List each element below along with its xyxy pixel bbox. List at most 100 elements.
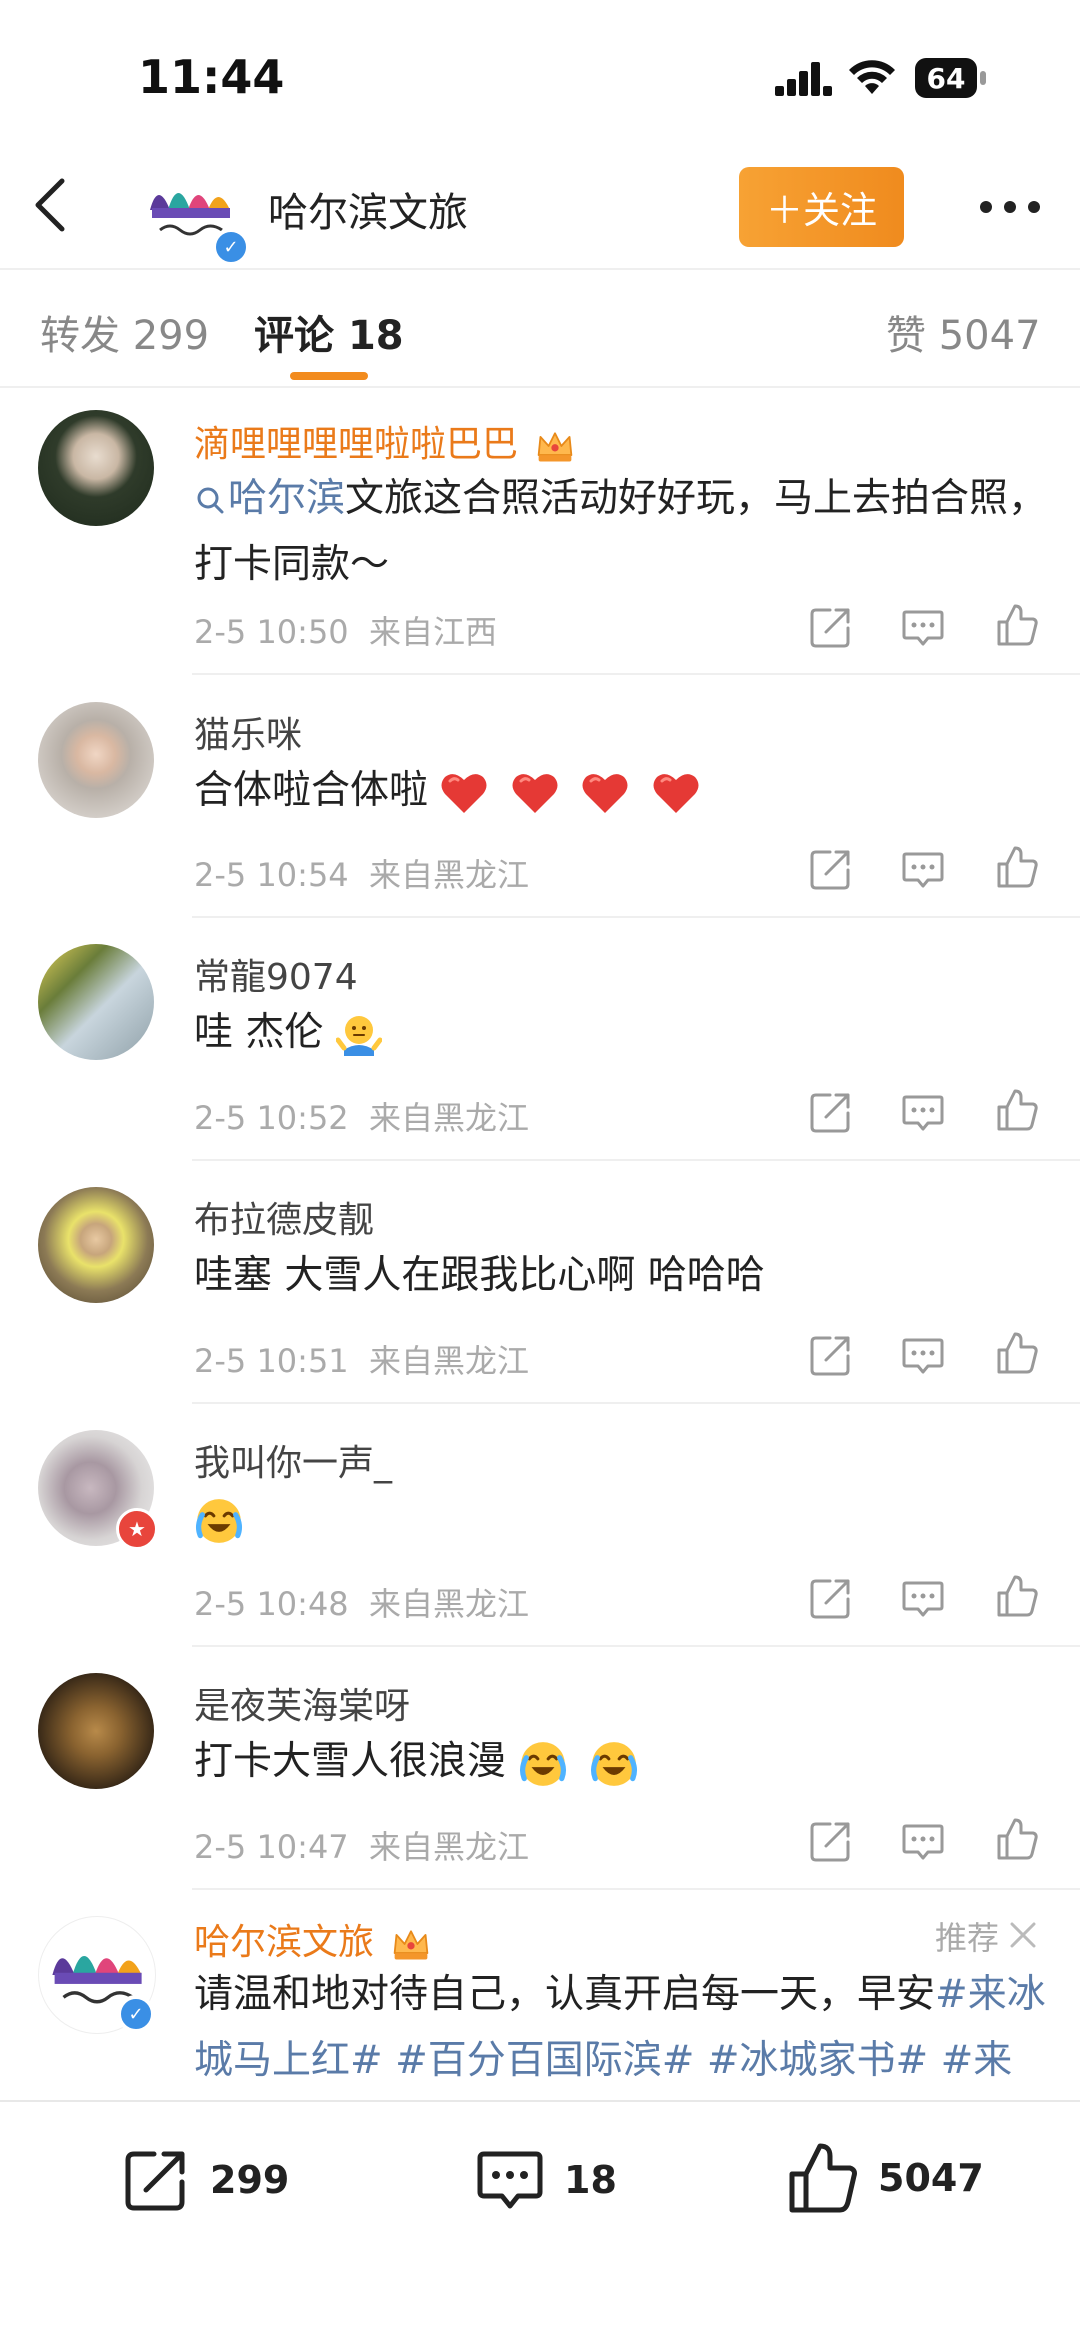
share-icon <box>125 2151 185 2211</box>
comment-location: 来自黑龙江 <box>369 1828 530 1866</box>
commenter-avatar[interactable] <box>38 702 154 818</box>
commenter-avatar[interactable] <box>38 1187 154 1303</box>
repost-button[interactable]: 299 <box>120 2140 289 2220</box>
commenter-avatar[interactable]: ✓ <box>38 1916 156 2034</box>
member-badge-icon: ★ <box>116 1508 158 1550</box>
tab-likes-count: 5047 <box>938 313 1041 359</box>
comment-meta: 2-5 10:47 来自黑龙江 <box>194 1822 529 1868</box>
tab-repost[interactable]: 转发 299 <box>40 303 209 361</box>
crown-badge-icon <box>391 1925 431 1963</box>
commenter-name[interactable]: 猫乐咪 <box>194 706 302 758</box>
comment-link[interactable]: 哈尔滨 <box>228 476 345 521</box>
like-icon[interactable] <box>993 602 1039 648</box>
back-icon[interactable] <box>28 175 72 235</box>
comment-text: 请温和地对待自己，认真开启每一天，早安#来冰城马上红# #百分百国际滨# #冰城… <box>194 1962 1074 2094</box>
comment-time: 2-5 10:47 <box>194 1828 349 1866</box>
recommend-label: 推荐 <box>935 1919 1000 1957</box>
close-icon[interactable] <box>1008 1920 1038 1950</box>
divider <box>192 1402 1080 1404</box>
like-icon[interactable] <box>993 1087 1039 1133</box>
comment-icon[interactable] <box>900 1818 946 1864</box>
comment-icon[interactable] <box>900 846 946 892</box>
comment-time: 2-5 10:48 <box>194 1585 349 1623</box>
comment-button[interactable]: 18 <box>474 2140 617 2220</box>
more-icon[interactable] <box>978 197 1042 217</box>
share-icon[interactable] <box>808 1818 854 1864</box>
comment-location: 来自黑龙江 <box>369 1342 530 1380</box>
cellular-signal-icon <box>775 62 832 96</box>
like-icon[interactable] <box>993 1573 1039 1619</box>
divider <box>0 268 1080 270</box>
comment-body: 哇 杰伦 <box>194 1010 324 1055</box>
comment-meta: 2-5 10:52 来自黑龙江 <box>194 1093 529 1139</box>
comment-icon[interactable] <box>900 604 946 650</box>
header-title[interactable]: 哈尔滨文旅 <box>268 180 468 238</box>
header-avatar[interactable]: ✓ <box>138 158 250 266</box>
commenter-avatar[interactable] <box>38 944 154 1060</box>
divider <box>0 386 1080 388</box>
divider <box>192 673 1080 675</box>
status-time: 11:44 <box>138 50 285 104</box>
repost-count: 299 <box>210 2158 290 2202</box>
commenter-name[interactable]: 滴哩哩哩哩啦啦巴巴 <box>194 415 575 467</box>
laugh-cry-emoji <box>518 1739 568 1789</box>
battery-level: 64 <box>915 58 977 98</box>
commenter-name[interactable]: 哈尔滨文旅 <box>194 1913 431 1965</box>
comment-location: 来自江西 <box>369 613 498 651</box>
comment-icon[interactable] <box>900 1575 946 1621</box>
divider <box>192 1645 1080 1647</box>
comment-text <box>194 1486 1074 1552</box>
divider <box>192 916 1080 918</box>
laugh-cry-emoji <box>194 1496 244 1546</box>
divider <box>192 1888 1080 1890</box>
tab-comments-count: 18 <box>347 313 404 359</box>
tab-comments[interactable]: 评论 18 <box>254 303 404 361</box>
commenter-name[interactable]: 常龍9074 <box>194 948 358 1000</box>
share-icon[interactable] <box>808 1575 854 1621</box>
comment-icon <box>477 2151 543 2209</box>
tab-repost-count: 299 <box>132 313 210 359</box>
comment-location: 来自黑龙江 <box>369 856 530 894</box>
share-icon[interactable] <box>808 604 854 650</box>
like-icon[interactable] <box>993 1330 1039 1376</box>
comment-meta: 2-5 10:50 来自江西 <box>194 607 497 653</box>
search-icon <box>197 487 224 513</box>
divider <box>192 1159 1080 1161</box>
heart-emoji <box>581 771 629 815</box>
shrug-emoji <box>335 1015 382 1056</box>
comment-body: 请温和地对待自己，认真开启每一天，早安 <box>194 1972 936 2017</box>
share-icon[interactable] <box>808 846 854 892</box>
laugh-cry-emoji <box>589 1739 639 1789</box>
comment-text: 哈尔滨文旅这合照活动好好玩，马上去拍合照，打卡同款～ <box>194 466 1074 598</box>
heart-emoji <box>652 771 700 815</box>
comment-time: 2-5 10:51 <box>194 1342 349 1380</box>
follow-button[interactable]: ＋关注 <box>739 167 904 247</box>
commenter-name[interactable]: 布拉德皮靓 <box>194 1191 374 1243</box>
tab-repost-label: 转发 <box>40 313 120 359</box>
like-icon[interactable] <box>993 844 1039 890</box>
crown-badge-icon <box>535 427 575 465</box>
tab-likes[interactable]: 赞 5047 <box>886 303 1041 361</box>
share-icon[interactable] <box>808 1332 854 1378</box>
comment-text: 打卡大雪人很浪漫 <box>194 1729 1074 1795</box>
like-button[interactable]: 5047 <box>784 2136 984 2220</box>
tab-comments-label: 评论 <box>254 313 334 359</box>
heart-emoji <box>511 771 559 815</box>
comment-text: 合体啦合体啦 <box>194 758 1074 824</box>
commenter-name-text: 滴哩哩哩哩啦啦巴巴 <box>194 424 519 465</box>
comment-time: 2-5 10:50 <box>194 613 349 651</box>
comment-meta: 2-5 10:51 来自黑龙江 <box>194 1336 529 1382</box>
like-icon[interactable] <box>993 1816 1039 1862</box>
commenter-name[interactable]: 是夜芙海棠呀 <box>194 1677 410 1729</box>
comment-icon[interactable] <box>900 1332 946 1378</box>
active-tab-indicator <box>290 372 368 380</box>
comment-time: 2-5 10:52 <box>194 1099 349 1137</box>
commenter-avatar[interactable] <box>38 1673 154 1789</box>
share-icon[interactable] <box>808 1089 854 1135</box>
comment-icon[interactable] <box>900 1089 946 1135</box>
verified-icon: ✓ <box>212 228 250 266</box>
commenter-name[interactable]: 我叫你一声_ <box>194 1434 392 1486</box>
comment-text: 哇塞 大雪人在跟我比心啊 哈哈哈 <box>194 1253 765 1298</box>
heart-emoji <box>440 771 488 815</box>
commenter-avatar[interactable] <box>38 410 154 526</box>
